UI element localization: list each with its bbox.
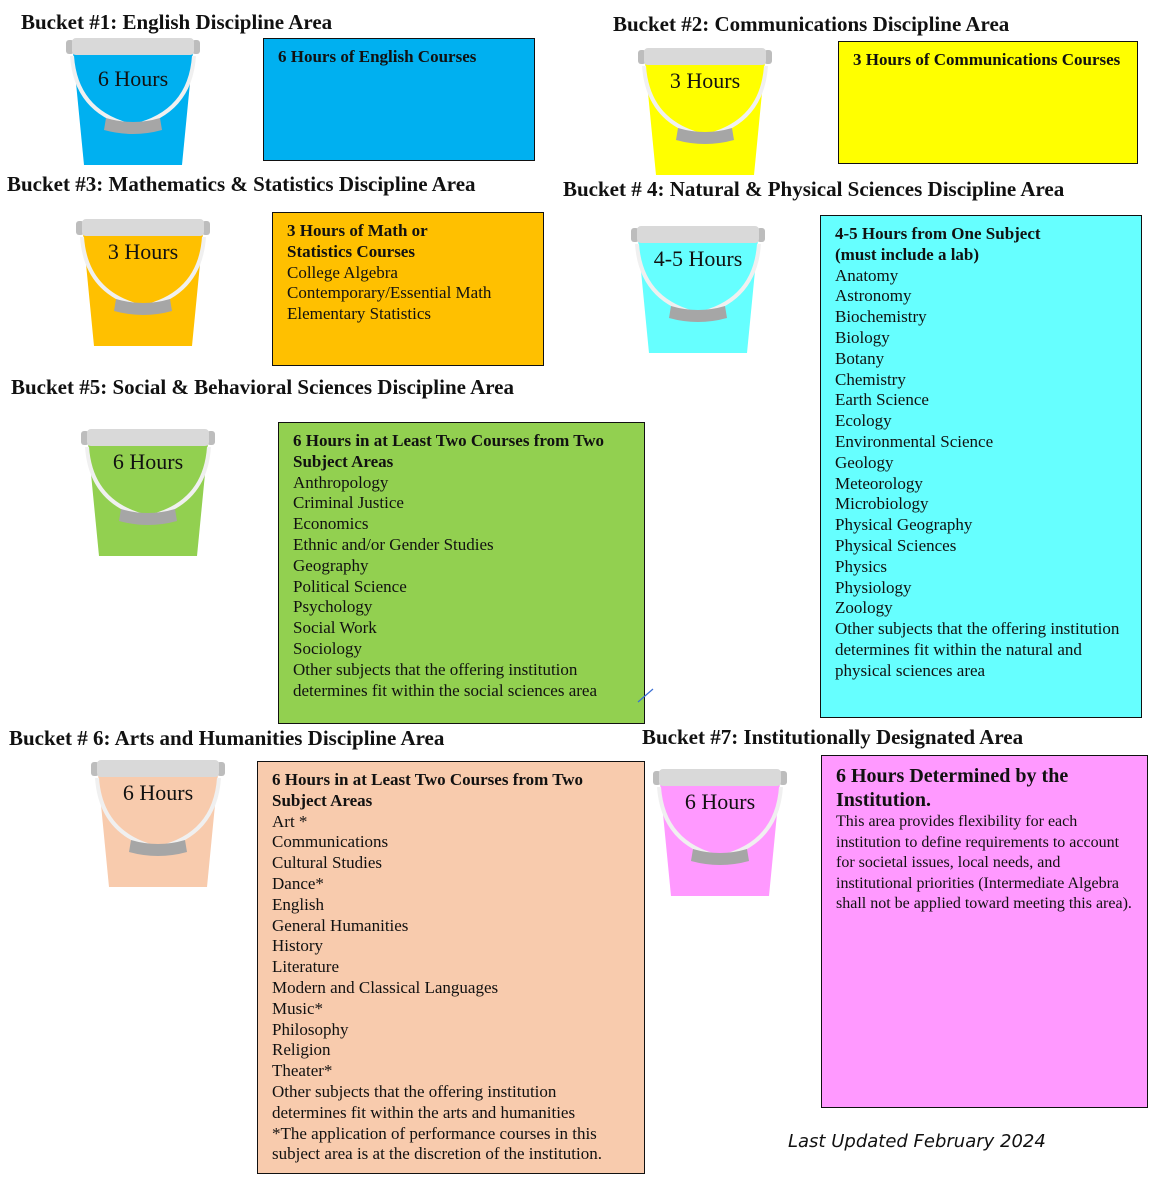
subject-item: This area provides flexibility for each … (836, 813, 1132, 912)
subject-item: Biochemistry (835, 307, 927, 327)
subject-item: Communications (272, 832, 389, 852)
bucket-7-heading: Bucket #7: Institutionally Designated Ar… (642, 725, 1024, 749)
bucket-3-requirements-box: 3 Hours of Math or Statistics Courses Co… (272, 212, 544, 366)
subject-item: English (272, 894, 324, 914)
subject-item: Literature (272, 957, 340, 977)
subject-item: Other subjects that the offering institu… (272, 1081, 576, 1122)
subject-item: Earth Science (835, 390, 929, 410)
bucket-rim (87, 429, 209, 446)
bucket-graphic (66, 38, 200, 165)
subject-item: Modern and Classical Languages (272, 977, 499, 997)
subject-item: Theater* (272, 1061, 333, 1081)
subject-item: Economics (293, 514, 369, 534)
bucket-2-icon: 3 Hours (630, 48, 780, 178)
subject-item: Ethnic and/or Gender Studies (293, 534, 494, 554)
stray-pen-mark (637, 688, 654, 703)
subject-item: Contemporary/Essential Math (287, 283, 492, 303)
bucket-2-heading: Bucket #2: Communications Discipline Are… (613, 12, 1010, 36)
subject-item: Psychology (293, 597, 373, 617)
bucket-1-requirements-box: 6 Hours of English Courses (263, 38, 535, 161)
subject-item: Physical Geography (835, 515, 973, 535)
subject-item: Dance* (272, 873, 324, 893)
subject-item: Anthropology (293, 472, 389, 492)
bucket-5-heading: Bucket #5: Social & Behavioral Sciences … (11, 375, 514, 399)
bucket-4-box-title: 4-5 Hours from One Subject (must include… (835, 224, 1041, 264)
subject-item: Social Work (293, 618, 377, 638)
subject-item: Microbiology (835, 494, 929, 514)
bucket-7-icon: 6 Hours (645, 769, 795, 899)
subject-item: Art * (272, 811, 308, 831)
bucket-6-heading: Bucket # 6: Arts and Humanities Discipli… (9, 726, 445, 750)
subject-item: Meteorology (835, 473, 923, 493)
bucket-2-hours: 3 Hours (669, 68, 741, 93)
bucket-6-hours: 6 Hours (122, 780, 194, 805)
subject-item: Anatomy (835, 265, 899, 285)
bucket-3-icon: 3 Hours (68, 219, 218, 349)
bucket-7-description: This area provides flexibility for each … (836, 812, 1133, 915)
subject-item: Elementary Statistics (287, 304, 431, 324)
bucket-4-subject-list: Anatomy Astronomy Biochemistry Biology Botan… (835, 266, 1127, 682)
subject-item: Sociology (293, 638, 362, 658)
bucket-rim (72, 38, 194, 55)
bucket-rim (637, 226, 759, 243)
bucket-1-heading: Bucket #1: English Discipline Area (21, 10, 333, 34)
subject-item: Music* (272, 998, 323, 1018)
subject-item: Philosophy (272, 1019, 349, 1039)
bucket-4-hours: 4-5 Hours (653, 246, 743, 271)
subject-item: *The application of performance courses … (272, 1123, 602, 1164)
subject-item: Biology (835, 327, 890, 347)
bucket-7-requirements-box: 6 Hours Determined by the Institution. T… (821, 755, 1148, 1108)
bucket-rim (659, 769, 781, 786)
subject-item: Geology (835, 452, 894, 472)
bucket-3-box-title: 3 Hours of Math or Statistics Courses (287, 221, 428, 261)
bucket-6-box-title: 6 Hours in at Least Two Courses from Two… (272, 770, 584, 810)
bucket-2-requirements-box: 3 Hours of Communications Courses (838, 41, 1138, 164)
bucket-5-requirements-box: 6 Hours in at Least Two Courses from Two… (278, 422, 645, 724)
subject-item: Criminal Justice (293, 493, 404, 513)
bucket-7-box-title: 6 Hours Determined by the Institution. (836, 765, 1069, 811)
subject-item: Botany (835, 348, 885, 368)
bucket-5-box-title: 6 Hours in at Least Two Courses from Two… (293, 431, 605, 471)
bucket-4-icon: 4-5 Hours (623, 226, 773, 356)
bucket-1-box-title: 6 Hours of English Courses (278, 47, 477, 66)
last-updated-footer: Last Updated February 2024 (788, 1131, 1046, 1152)
subject-item: General Humanities (272, 915, 409, 935)
bucket-5-subject-list: Anthropology Criminal Justice Economics Eth… (293, 473, 630, 702)
subject-item: Political Science (293, 576, 407, 596)
subject-item: Zoology (835, 598, 893, 618)
bucket-5-hours: 6 Hours (112, 449, 184, 474)
bucket-1-icon: 6 Hours (58, 38, 208, 168)
bucket-5-icon: 6 Hours (73, 429, 223, 559)
subject-item: Religion (272, 1040, 331, 1060)
subject-item: Physical Sciences (835, 535, 957, 555)
bucket-3-hours: 3 Hours (107, 239, 179, 264)
subject-item: Physiology (835, 577, 912, 597)
bucket-4-heading: Bucket # 4: Natural & Physical Sciences … (563, 177, 1065, 201)
bucket-3-heading: Bucket #3: Mathematics & Statistics Disc… (7, 172, 476, 196)
bucket-3-subject-list: College Algebra Contemporary/Essential Ma… (287, 263, 529, 325)
subject-item: Other subjects that the offering institu… (835, 619, 1120, 680)
subject-item: College Algebra (287, 262, 398, 282)
subject-item: Geography (293, 555, 369, 575)
bucket-1-hours: 6 Hours (97, 66, 169, 91)
bucket-6-requirements-box: 6 Hours in at Least Two Courses from Two… (257, 761, 645, 1174)
subject-item: Environmental Science (835, 431, 994, 451)
subject-item: Astronomy (835, 286, 912, 306)
bucket-rim (97, 760, 219, 777)
bucket-6-icon: 6 Hours (83, 760, 233, 890)
subject-item: Other subjects that the offering institu… (293, 659, 597, 700)
subject-item: Chemistry (835, 369, 906, 389)
bucket-rim (644, 48, 766, 65)
subject-item: Physics (835, 556, 887, 576)
bucket-7-hours: 6 Hours (684, 789, 756, 814)
bucket-rim (82, 219, 204, 236)
subject-item: History (272, 936, 323, 956)
subject-item: Cultural Studies (272, 853, 383, 873)
subject-item: Ecology (835, 411, 892, 431)
bucket-6-subject-list: Art * Communications Cultural Studies Dance… (272, 812, 630, 1166)
bucket-2-box-title: 3 Hours of Communications Courses (853, 50, 1121, 69)
bucket-4-requirements-box: 4-5 Hours from One Subject (must include… (820, 215, 1142, 718)
